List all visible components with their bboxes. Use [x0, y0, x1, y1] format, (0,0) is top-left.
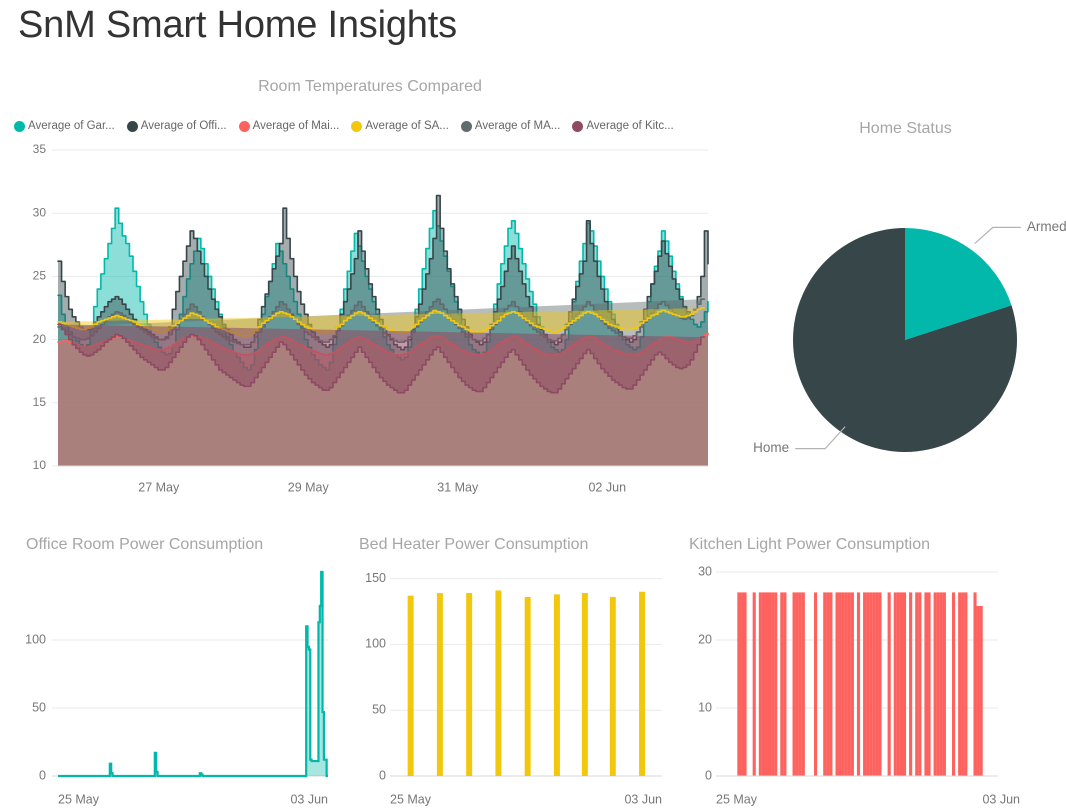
legend-item-label: Average of Offi...	[140, 120, 227, 132]
svg-text:20: 20	[698, 632, 712, 646]
legend-item-label: Average of Mai...	[252, 120, 340, 132]
home-status-pie-svg[interactable]: Armed Home	[745, 150, 1066, 460]
svg-text:27 May: 27 May	[138, 480, 180, 494]
bed-heater-power-plot[interactable]: 0 50 100 150 25 May 03 Jun	[350, 560, 680, 810]
svg-text:25 May: 25 May	[390, 792, 432, 806]
bed-heater-power-visual[interactable]: Bed Heater Power Consumption 0 50 100 150 25…	[350, 528, 680, 812]
kitchen-light-power-visual[interactable]: Kitchen Light Power Consumption 0 10 20 30 2…	[680, 528, 1066, 812]
legend-dot-icon	[126, 120, 138, 132]
kitchen-light-power-title: Kitchen Light Power Consumption	[689, 536, 931, 553]
svg-text:15: 15	[33, 395, 47, 409]
dashboard-page: SnM Smart Home Insights Room Temperature…	[0, 0, 1066, 812]
room-temperatures-legend[interactable]: Average of Gar... Average of Offi... Ave…	[14, 116, 730, 136]
legend-item-label: Average of Kitc...	[586, 120, 674, 132]
svg-text:100: 100	[365, 637, 386, 651]
room-temperatures-plot[interactable]: 10 15 20 25 30 35 27 May 29 May 31 May 02 Jun	[0, 140, 740, 508]
legend-item-label: Average of Gar...	[28, 120, 115, 132]
room-temperatures-svg: 10 15 20 25 30 35 27 May 29 May 31 May 02 Jun	[33, 142, 709, 494]
home-status-title: Home Status	[859, 120, 952, 137]
svg-text:Home: Home	[753, 440, 789, 455]
legend-item-ma[interactable]: Average of MA...	[460, 120, 561, 132]
svg-text:50: 50	[372, 702, 386, 716]
bed-heater-power-title: Bed Heater Power Consumption	[359, 536, 589, 553]
svg-text:02 Jun: 02 Jun	[588, 480, 626, 494]
office-power-svg: 0 50 100 25 May 03 Jun	[25, 570, 328, 806]
svg-text:25 May: 25 May	[716, 792, 758, 806]
legend-item-garage[interactable]: Average of Gar...	[14, 120, 115, 132]
office-power-plot[interactable]: 0 50 100 25 May 03 Jun	[0, 560, 350, 810]
svg-text:03 Jun: 03 Jun	[982, 792, 1020, 806]
home-status-visual[interactable]: Home Status Armed Home	[745, 120, 1066, 460]
svg-text:20: 20	[33, 332, 47, 346]
svg-text:25 May: 25 May	[58, 792, 100, 806]
legend-item-kitchen[interactable]: Average of Kitc...	[572, 120, 674, 132]
svg-text:03 Jun: 03 Jun	[624, 792, 662, 806]
room-temperatures-visual[interactable]: Room Temperatures Compared Average of Ga…	[0, 78, 740, 508]
svg-text:100: 100	[25, 632, 46, 646]
svg-text:03 Jun: 03 Jun	[290, 792, 328, 806]
kitchen-light-power-svg: 0 10 20 30 25 May 03 Jun	[698, 564, 1020, 806]
legend-item-label: Average of SA...	[365, 120, 449, 132]
legend-item-main[interactable]: Average of Mai...	[238, 120, 340, 132]
svg-text:10: 10	[33, 458, 47, 472]
legend-item-label: Average of MA...	[474, 120, 561, 132]
svg-text:150: 150	[365, 571, 386, 585]
svg-text:29 May: 29 May	[288, 480, 330, 494]
office-power-title: Office Room Power Consumption	[26, 536, 264, 553]
office-power-visual[interactable]: Office Room Power Consumption 0 50 100 25 M…	[0, 528, 350, 812]
svg-text:30: 30	[698, 564, 712, 578]
svg-text:10: 10	[698, 700, 712, 714]
svg-text:50: 50	[32, 700, 46, 714]
legend-dot-icon	[351, 120, 363, 132]
legend-item-office[interactable]: Average of Offi...	[126, 120, 227, 132]
svg-text:25: 25	[33, 269, 47, 283]
svg-text:35: 35	[33, 142, 47, 156]
room-temperatures-title: Room Temperatures Compared	[258, 78, 482, 95]
kitchen-light-power-plot[interactable]: 0 10 20 30 25 May 03 Jun	[680, 560, 1066, 810]
svg-text:0: 0	[39, 768, 46, 782]
bed-heater-power-svg: 0 50 100 150 25 May 03 Jun	[365, 571, 662, 806]
svg-text:0: 0	[705, 768, 712, 782]
svg-text:Armed: Armed	[1027, 219, 1066, 234]
legend-item-sa[interactable]: Average of SA...	[351, 120, 449, 132]
legend-dot-icon	[572, 120, 584, 132]
legend-dot-icon	[460, 120, 472, 132]
svg-text:30: 30	[33, 205, 47, 219]
page-title: SnM Smart Home Insights	[18, 4, 457, 46]
legend-dot-icon	[238, 120, 250, 132]
svg-text:31 May: 31 May	[437, 480, 479, 494]
legend-dot-icon	[14, 120, 25, 132]
svg-text:0: 0	[379, 768, 386, 782]
